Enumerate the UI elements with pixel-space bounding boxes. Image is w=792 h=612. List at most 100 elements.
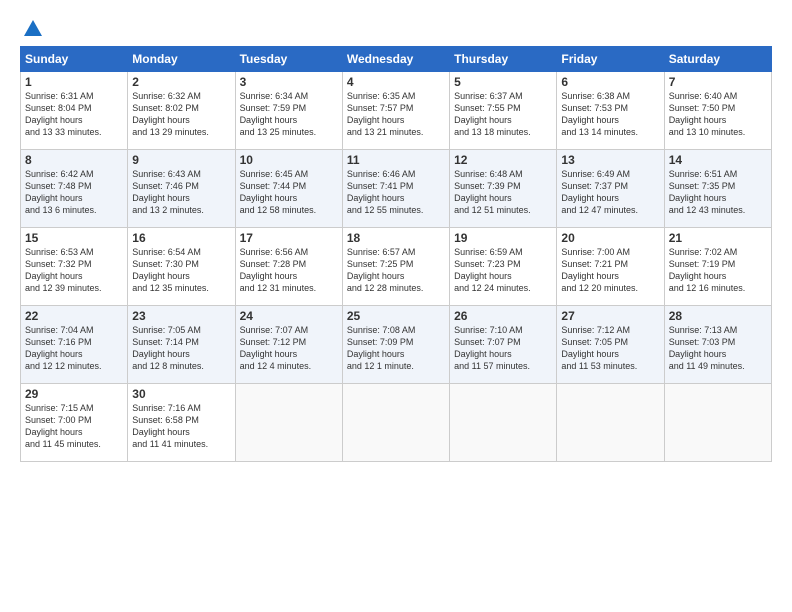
day-info: Sunrise: 7:05 AMSunset: 7:14 PMDaylight … — [132, 324, 230, 373]
table-row: 1Sunrise: 6:31 AMSunset: 8:04 PMDaylight… — [21, 72, 128, 150]
table-row: 4Sunrise: 6:35 AMSunset: 7:57 PMDaylight… — [342, 72, 449, 150]
day-info: Sunrise: 7:10 AMSunset: 7:07 PMDaylight … — [454, 324, 552, 373]
day-number: 18 — [347, 231, 445, 245]
calendar-week-row: 29Sunrise: 7:15 AMSunset: 7:00 PMDayligh… — [21, 384, 772, 462]
day-number: 25 — [347, 309, 445, 323]
table-row: 30Sunrise: 7:16 AMSunset: 6:58 PMDayligh… — [128, 384, 235, 462]
day-info: Sunrise: 6:35 AMSunset: 7:57 PMDaylight … — [347, 90, 445, 139]
day-number: 16 — [132, 231, 230, 245]
day-number: 6 — [561, 75, 659, 89]
table-row: 25Sunrise: 7:08 AMSunset: 7:09 PMDayligh… — [342, 306, 449, 384]
day-info: Sunrise: 6:40 AMSunset: 7:50 PMDaylight … — [669, 90, 767, 139]
table-row: 13Sunrise: 6:49 AMSunset: 7:37 PMDayligh… — [557, 150, 664, 228]
table-row: 2Sunrise: 6:32 AMSunset: 8:02 PMDaylight… — [128, 72, 235, 150]
day-info: Sunrise: 6:59 AMSunset: 7:23 PMDaylight … — [454, 246, 552, 295]
day-number: 7 — [669, 75, 767, 89]
day-info: Sunrise: 6:51 AMSunset: 7:35 PMDaylight … — [669, 168, 767, 217]
day-number: 20 — [561, 231, 659, 245]
day-number: 15 — [25, 231, 123, 245]
table-row — [664, 384, 771, 462]
table-row: 9Sunrise: 6:43 AMSunset: 7:46 PMDaylight… — [128, 150, 235, 228]
day-info: Sunrise: 6:45 AMSunset: 7:44 PMDaylight … — [240, 168, 338, 217]
day-info: Sunrise: 6:46 AMSunset: 7:41 PMDaylight … — [347, 168, 445, 217]
day-number: 21 — [669, 231, 767, 245]
table-row: 5Sunrise: 6:37 AMSunset: 7:55 PMDaylight… — [450, 72, 557, 150]
table-row: 22Sunrise: 7:04 AMSunset: 7:16 PMDayligh… — [21, 306, 128, 384]
day-info: Sunrise: 6:53 AMSunset: 7:32 PMDaylight … — [25, 246, 123, 295]
day-info: Sunrise: 7:12 AMSunset: 7:05 PMDaylight … — [561, 324, 659, 373]
col-saturday: Saturday — [664, 47, 771, 72]
day-number: 9 — [132, 153, 230, 167]
logo-icon — [22, 18, 44, 40]
day-info: Sunrise: 6:56 AMSunset: 7:28 PMDaylight … — [240, 246, 338, 295]
table-row: 21Sunrise: 7:02 AMSunset: 7:19 PMDayligh… — [664, 228, 771, 306]
table-row: 10Sunrise: 6:45 AMSunset: 7:44 PMDayligh… — [235, 150, 342, 228]
calendar-week-row: 15Sunrise: 6:53 AMSunset: 7:32 PMDayligh… — [21, 228, 772, 306]
day-info: Sunrise: 7:02 AMSunset: 7:19 PMDaylight … — [669, 246, 767, 295]
day-info: Sunrise: 6:38 AMSunset: 7:53 PMDaylight … — [561, 90, 659, 139]
table-row: 19Sunrise: 6:59 AMSunset: 7:23 PMDayligh… — [450, 228, 557, 306]
table-row: 29Sunrise: 7:15 AMSunset: 7:00 PMDayligh… — [21, 384, 128, 462]
calendar-week-row: 8Sunrise: 6:42 AMSunset: 7:48 PMDaylight… — [21, 150, 772, 228]
col-sunday: Sunday — [21, 47, 128, 72]
table-row: 8Sunrise: 6:42 AMSunset: 7:48 PMDaylight… — [21, 150, 128, 228]
col-tuesday: Tuesday — [235, 47, 342, 72]
day-info: Sunrise: 7:00 AMSunset: 7:21 PMDaylight … — [561, 246, 659, 295]
day-number: 22 — [25, 309, 123, 323]
day-number: 3 — [240, 75, 338, 89]
col-monday: Monday — [128, 47, 235, 72]
day-info: Sunrise: 6:57 AMSunset: 7:25 PMDaylight … — [347, 246, 445, 295]
day-number: 13 — [561, 153, 659, 167]
table-row: 28Sunrise: 7:13 AMSunset: 7:03 PMDayligh… — [664, 306, 771, 384]
day-info: Sunrise: 6:34 AMSunset: 7:59 PMDaylight … — [240, 90, 338, 139]
day-info: Sunrise: 6:43 AMSunset: 7:46 PMDaylight … — [132, 168, 230, 217]
table-row: 7Sunrise: 6:40 AMSunset: 7:50 PMDaylight… — [664, 72, 771, 150]
day-info: Sunrise: 6:42 AMSunset: 7:48 PMDaylight … — [25, 168, 123, 217]
day-number: 26 — [454, 309, 552, 323]
table-row: 17Sunrise: 6:56 AMSunset: 7:28 PMDayligh… — [235, 228, 342, 306]
table-row: 6Sunrise: 6:38 AMSunset: 7:53 PMDaylight… — [557, 72, 664, 150]
calendar-week-row: 22Sunrise: 7:04 AMSunset: 7:16 PMDayligh… — [21, 306, 772, 384]
table-row — [235, 384, 342, 462]
table-row: 20Sunrise: 7:00 AMSunset: 7:21 PMDayligh… — [557, 228, 664, 306]
col-thursday: Thursday — [450, 47, 557, 72]
calendar-header-row: Sunday Monday Tuesday Wednesday Thursday… — [21, 47, 772, 72]
day-number: 28 — [669, 309, 767, 323]
day-info: Sunrise: 7:04 AMSunset: 7:16 PMDaylight … — [25, 324, 123, 373]
day-info: Sunrise: 7:15 AMSunset: 7:00 PMDaylight … — [25, 402, 123, 451]
day-info: Sunrise: 7:16 AMSunset: 6:58 PMDaylight … — [132, 402, 230, 451]
day-info: Sunrise: 6:31 AMSunset: 8:04 PMDaylight … — [25, 90, 123, 139]
day-number: 29 — [25, 387, 123, 401]
page-container: Sunday Monday Tuesday Wednesday Thursday… — [0, 0, 792, 472]
col-friday: Friday — [557, 47, 664, 72]
day-info: Sunrise: 6:49 AMSunset: 7:37 PMDaylight … — [561, 168, 659, 217]
calendar-week-row: 1Sunrise: 6:31 AMSunset: 8:04 PMDaylight… — [21, 72, 772, 150]
day-number: 30 — [132, 387, 230, 401]
day-number: 12 — [454, 153, 552, 167]
table-row: 12Sunrise: 6:48 AMSunset: 7:39 PMDayligh… — [450, 150, 557, 228]
day-number: 10 — [240, 153, 338, 167]
day-number: 24 — [240, 309, 338, 323]
day-number: 17 — [240, 231, 338, 245]
day-info: Sunrise: 7:08 AMSunset: 7:09 PMDaylight … — [347, 324, 445, 373]
table-row: 11Sunrise: 6:46 AMSunset: 7:41 PMDayligh… — [342, 150, 449, 228]
calendar-table: Sunday Monday Tuesday Wednesday Thursday… — [20, 46, 772, 462]
table-row — [450, 384, 557, 462]
day-number: 14 — [669, 153, 767, 167]
col-wednesday: Wednesday — [342, 47, 449, 72]
table-row: 27Sunrise: 7:12 AMSunset: 7:05 PMDayligh… — [557, 306, 664, 384]
header — [20, 18, 772, 36]
table-row: 16Sunrise: 6:54 AMSunset: 7:30 PMDayligh… — [128, 228, 235, 306]
table-row: 15Sunrise: 6:53 AMSunset: 7:32 PMDayligh… — [21, 228, 128, 306]
table-row: 18Sunrise: 6:57 AMSunset: 7:25 PMDayligh… — [342, 228, 449, 306]
day-info: Sunrise: 6:54 AMSunset: 7:30 PMDaylight … — [132, 246, 230, 295]
table-row: 26Sunrise: 7:10 AMSunset: 7:07 PMDayligh… — [450, 306, 557, 384]
day-number: 19 — [454, 231, 552, 245]
day-info: Sunrise: 6:32 AMSunset: 8:02 PMDaylight … — [132, 90, 230, 139]
day-number: 23 — [132, 309, 230, 323]
table-row: 24Sunrise: 7:07 AMSunset: 7:12 PMDayligh… — [235, 306, 342, 384]
day-info: Sunrise: 7:07 AMSunset: 7:12 PMDaylight … — [240, 324, 338, 373]
table-row — [342, 384, 449, 462]
table-row: 23Sunrise: 7:05 AMSunset: 7:14 PMDayligh… — [128, 306, 235, 384]
day-number: 5 — [454, 75, 552, 89]
